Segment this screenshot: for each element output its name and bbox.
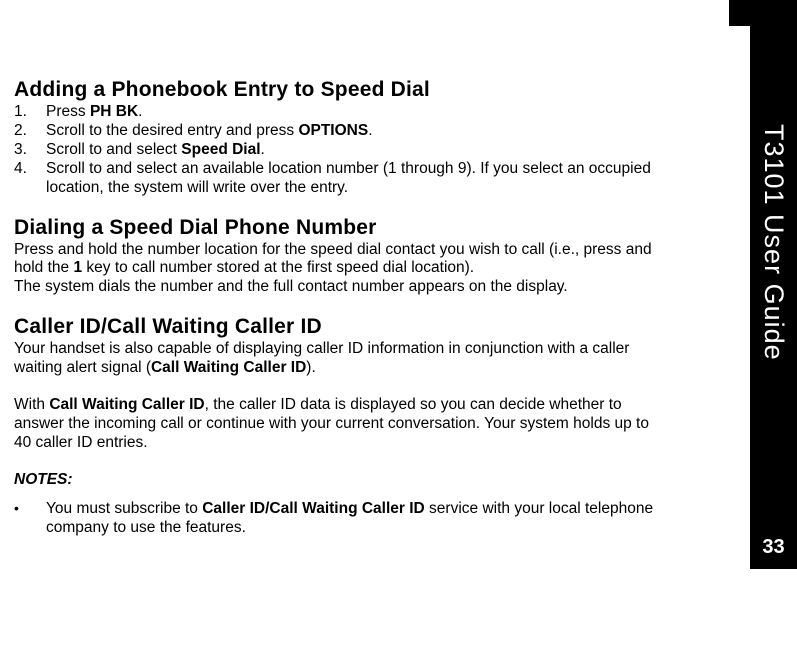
step-item: 2. Scroll to the desired entry and press… — [14, 122, 662, 141]
step-post: . — [138, 103, 142, 120]
step-post: . — [368, 122, 372, 139]
notes-list: • You must subscribe to Caller ID/Call W… — [14, 500, 662, 538]
heading-dialing-speed-dial: Dialing a Speed Dial Phone Number — [14, 216, 662, 240]
top-black-accent — [729, 0, 797, 26]
step-text: Scroll to and select an available locati… — [46, 160, 651, 196]
step-item: 1. Press PH BK. — [14, 103, 662, 122]
bullet-icon: • — [14, 500, 19, 517]
step-bold: Speed Dial — [181, 141, 260, 158]
step-number: 4. — [14, 160, 27, 179]
text-segment: You must subscribe to — [46, 500, 202, 517]
text-segment: key to call number stored at the first s… — [82, 259, 474, 276]
steps-list-adding: 1. Press PH BK. 2. Scroll to the desired… — [14, 103, 662, 198]
paragraph-dialing-2: The system dials the number and the full… — [14, 278, 662, 297]
step-post: . — [261, 141, 265, 158]
page-content: Adding a Phonebook Entry to Speed Dial 1… — [0, 0, 722, 538]
paragraph-dialing-1: Press and hold the number location for t… — [14, 241, 662, 279]
text-segment: ). — [306, 359, 315, 376]
text-segment: With — [14, 396, 49, 413]
paragraph-callerid-2: With Call Waiting Caller ID, the caller … — [14, 396, 662, 453]
step-number: 2. — [14, 122, 27, 141]
step-number: 1. — [14, 103, 27, 122]
text-bold: Call Waiting Caller ID — [151, 359, 306, 376]
step-bold: OPTIONS — [298, 122, 368, 139]
step-text: Press — [46, 103, 90, 120]
text-bold: Call Waiting Caller ID — [49, 396, 204, 413]
side-black-bar: T3101 User Guide 33 — [750, 26, 797, 569]
heading-adding-phonebook: Adding a Phonebook Entry to Speed Dial — [14, 78, 662, 102]
text-segment: Your handset is also capable of displayi… — [14, 340, 629, 376]
text-bold: 1 — [73, 259, 82, 276]
step-text: Scroll to the desired entry and press — [46, 122, 298, 139]
page-number: 33 — [750, 536, 797, 559]
step-item: 3. Scroll to and select Speed Dial. — [14, 141, 662, 160]
step-item: 4. Scroll to and select an available loc… — [14, 160, 662, 198]
notes-label: NOTES: — [14, 471, 662, 490]
paragraph-callerid-1: Your handset is also capable of displayi… — [14, 340, 662, 378]
step-text: Scroll to and select — [46, 141, 181, 158]
heading-caller-id: Caller ID/Call Waiting Caller ID — [14, 315, 662, 339]
step-number: 3. — [14, 141, 27, 160]
note-item: • You must subscribe to Caller ID/Call W… — [14, 500, 662, 538]
document-title-vertical: T3101 User Guide — [758, 124, 789, 361]
text-bold: Caller ID/Call Waiting Caller ID — [202, 500, 425, 517]
step-bold: PH BK — [90, 103, 138, 120]
